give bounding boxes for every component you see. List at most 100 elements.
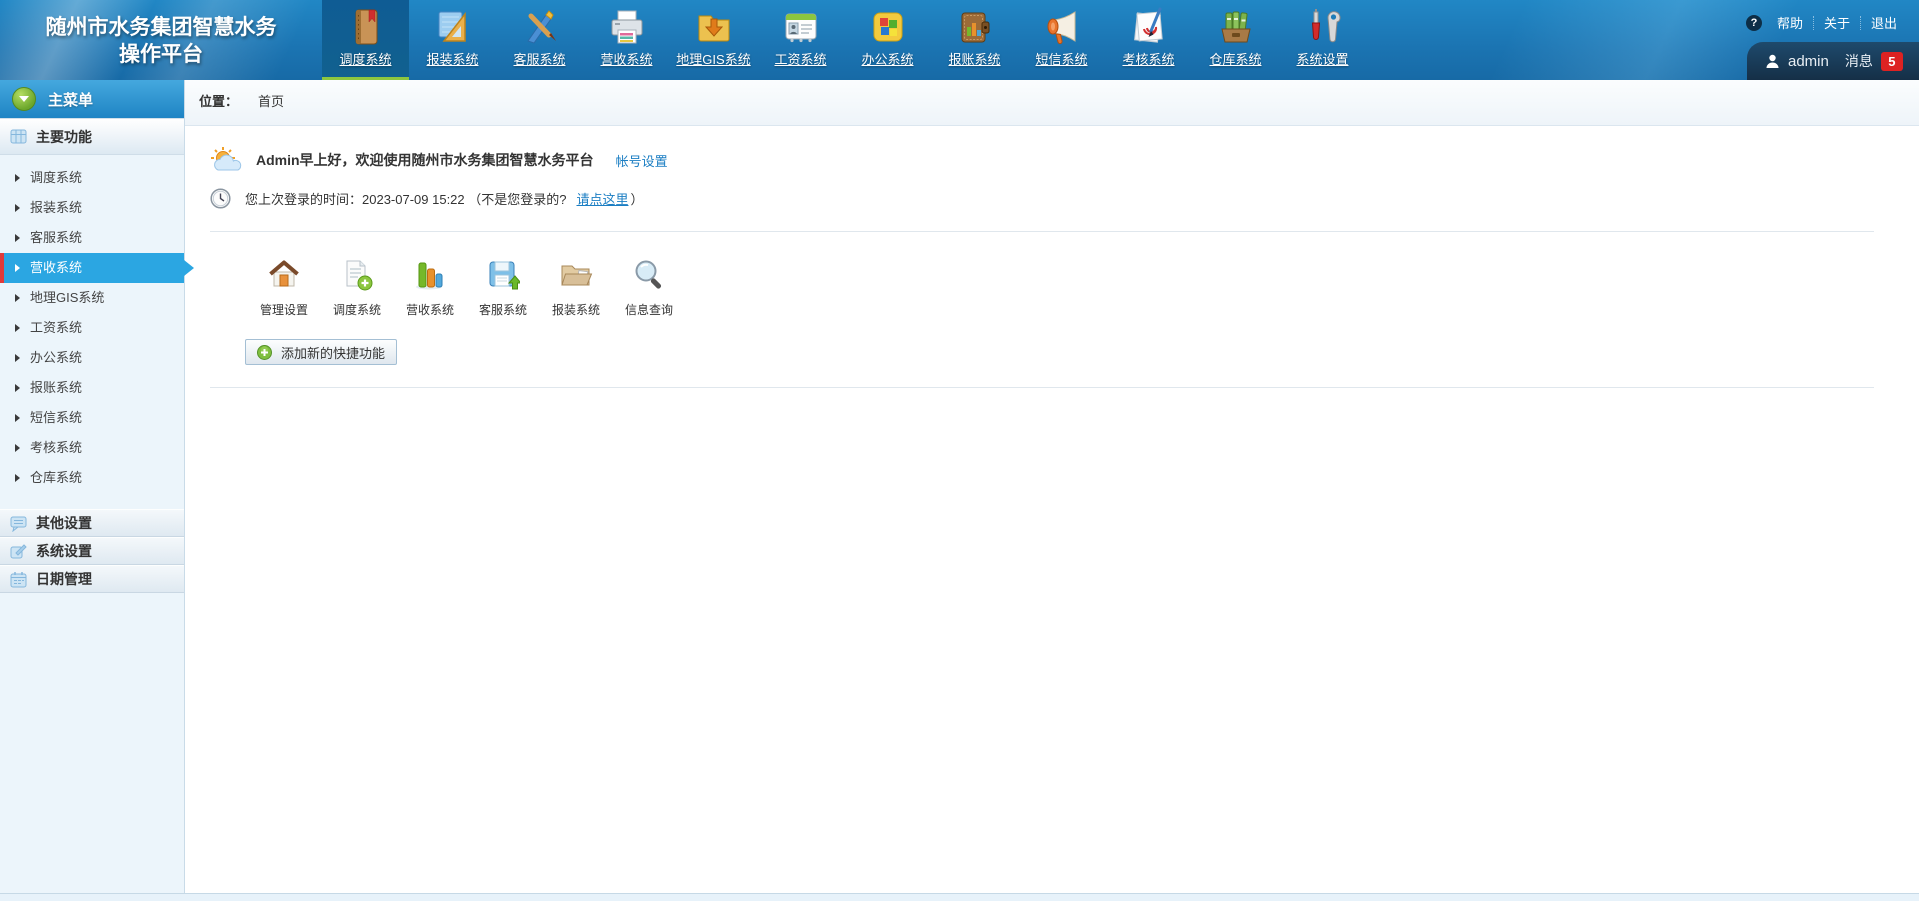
archive-binders-icon	[1216, 7, 1256, 47]
sidebar-item-install[interactable]: 报装系统	[0, 193, 184, 223]
sidebar-item-dispatch[interactable]: 调度系统	[0, 163, 184, 193]
not-you-link[interactable]: 请点这里	[576, 189, 628, 208]
nav-item-label: 调度系统	[339, 49, 391, 68]
last-login-text: 您上次登录的时间：2023-07-09 15:22 （不是您登录的?	[245, 189, 566, 208]
header-right: ? 帮助 关于 退出 admin 消息 5	[1619, 0, 1919, 80]
nav-item-dispatch[interactable]: 调度系统	[322, 0, 409, 80]
breadcrumb: 位置：首页	[185, 80, 1919, 126]
sidebar-section-main-functions[interactable]: 主要功能	[0, 118, 184, 155]
quick-item-install[interactable]: 报装系统	[545, 258, 607, 318]
bottom-strip	[0, 893, 1919, 901]
office-suite-icon	[868, 7, 908, 47]
nav-item-label: 仓库系统	[1209, 49, 1261, 68]
nav-item-gis[interactable]: 地理GIS系统	[670, 0, 757, 80]
nav-item-sms[interactable]: 短信系统	[1018, 0, 1105, 80]
nav-item-revenue[interactable]: 营收系统	[583, 0, 670, 80]
nav-item-assessment[interactable]: 考核系统	[1105, 0, 1192, 80]
sidebar-item-sms[interactable]: 短信系统	[0, 403, 184, 433]
quick-item-label: 管理设置	[260, 301, 308, 318]
sidebar-item-reimbursement[interactable]: 报账系统	[0, 373, 184, 403]
home-panel: Admin早上好，欢迎使用随州市水务集团智慧水务平台 帐号设置 您上次登录的时间…	[185, 126, 1919, 388]
quick-item-dispatch[interactable]: 调度系统	[326, 258, 388, 318]
user-bar[interactable]: admin 消息 5	[1747, 42, 1919, 80]
doc-add-icon	[340, 258, 374, 292]
nav-item-customer-service[interactable]: 客服系统	[496, 0, 583, 80]
menu-collapse-icon[interactable]	[12, 87, 36, 111]
sidebar-menu-title: 主菜单	[48, 89, 93, 110]
nav-item-warehouse[interactable]: 仓库系统	[1192, 0, 1279, 80]
nav-item-label: 系统设置	[1296, 49, 1348, 68]
app-title-line2: 操作平台	[0, 41, 322, 68]
sidebar-section-other-settings[interactable]: 其他设置	[0, 509, 184, 537]
help-links: ? 帮助 关于 退出	[1746, 13, 1907, 32]
sidebar-nav: 调度系统 报装系统 客服系统 营收系统 地理GIS系统 工资系统 办公系统 报账…	[0, 155, 184, 501]
top-navigation: 调度系统 报装系统 客服系统 营收系统 地理GIS系统 工资系统 办公系统 报	[322, 0, 1366, 80]
clock-icon	[210, 188, 231, 209]
quick-item-info-query[interactable]: 信息查询	[618, 258, 680, 318]
quick-item-label: 报装系统	[552, 301, 600, 318]
nav-item-label: 报账系统	[948, 49, 1000, 68]
user-icon	[1765, 54, 1780, 68]
sidebar-section-label: 其他设置	[36, 513, 92, 533]
quick-item-revenue[interactable]: 营收系统	[399, 258, 461, 318]
app-logo: 随州市水务集团智慧水务 操作平台	[0, 0, 322, 80]
sidebar-section-system-settings[interactable]: 系统设置	[0, 537, 184, 565]
welcome-message: Admin早上好，欢迎使用随州市水务集团智慧水务平台	[256, 150, 594, 170]
quick-item-customer-service[interactable]: 客服系统	[472, 258, 534, 318]
help-link[interactable]: 帮助	[1767, 13, 1813, 32]
last-login-row: 您上次登录的时间：2023-07-09 15:22 （不是您登录的? 请点这里 …	[210, 188, 1874, 209]
wallet-chart-icon	[955, 7, 995, 47]
nav-item-label: 工资系统	[774, 49, 826, 68]
add-shortcut-button[interactable]: 添加新的快捷功能	[245, 339, 397, 365]
grid-icon	[10, 128, 27, 145]
nav-item-install[interactable]: 报装系统	[409, 0, 496, 80]
pen-brush-icon	[520, 7, 560, 47]
sidebar-item-salary[interactable]: 工资系统	[0, 313, 184, 343]
plus-circle-icon	[257, 345, 272, 360]
welcome-row: Admin早上好，欢迎使用随州市水务集团智慧水务平台 帐号设置	[210, 146, 1874, 174]
nav-item-reimbursement[interactable]: 报账系统	[931, 0, 1018, 80]
quick-item-admin-settings[interactable]: 管理设置	[253, 258, 315, 318]
quick-item-label: 调度系统	[333, 301, 381, 318]
sidebar-item-warehouse[interactable]: 仓库系统	[0, 463, 184, 493]
chat-bubble-icon	[10, 515, 27, 532]
help-icon: ?	[1746, 15, 1762, 31]
nav-item-label: 考核系统	[1122, 49, 1174, 68]
messages-link[interactable]: 消息	[1845, 51, 1873, 71]
nav-item-label: 短信系统	[1035, 49, 1087, 68]
nav-item-system-settings[interactable]: 系统设置	[1279, 0, 1366, 80]
quick-item-label: 营收系统	[406, 301, 454, 318]
nav-item-salary[interactable]: 工资系统	[757, 0, 844, 80]
sidebar-item-revenue[interactable]: 营收系统	[0, 253, 184, 283]
bar-chart-icon	[413, 258, 447, 292]
save-upload-icon	[486, 258, 520, 292]
printer-icon	[607, 7, 647, 47]
sidebar-section-label: 日期管理	[36, 569, 92, 589]
sidebar-section-label: 系统设置	[36, 541, 92, 561]
message-badge[interactable]: 5	[1881, 52, 1903, 71]
quick-item-label: 信息查询	[625, 301, 673, 318]
sidebar-item-gis[interactable]: 地理GIS系统	[0, 283, 184, 313]
breadcrumb-home[interactable]: 首页	[258, 94, 284, 109]
set-square-icon	[433, 7, 473, 47]
account-settings-link[interactable]: 帐号设置	[616, 151, 668, 170]
sidebar-section-label: 主要功能	[36, 127, 92, 147]
nav-item-label: 办公系统	[861, 49, 913, 68]
megaphone-icon	[1042, 7, 1082, 47]
folder-doc-icon	[559, 258, 593, 292]
about-link[interactable]: 关于	[1814, 13, 1860, 32]
sidebar-item-customer-service[interactable]: 客服系统	[0, 223, 184, 253]
edit-icon	[10, 543, 27, 560]
username: admin	[1788, 53, 1829, 70]
nav-item-office[interactable]: 办公系统	[844, 0, 931, 80]
nav-item-label: 报装系统	[426, 49, 478, 68]
calendar-icon	[10, 571, 27, 588]
divider	[210, 231, 1874, 232]
logout-link[interactable]: 退出	[1861, 13, 1907, 32]
sidebar-item-assessment[interactable]: 考核系统	[0, 433, 184, 463]
last-login-suffix: ）	[631, 189, 644, 208]
sidebar-item-office[interactable]: 办公系统	[0, 343, 184, 373]
sidebar: 主菜单 主要功能 调度系统 报装系统 客服系统 营收系统 地理GIS系统 工资系…	[0, 80, 185, 893]
sidebar-section-date-management[interactable]: 日期管理	[0, 565, 184, 593]
tools-icon	[1303, 7, 1343, 47]
